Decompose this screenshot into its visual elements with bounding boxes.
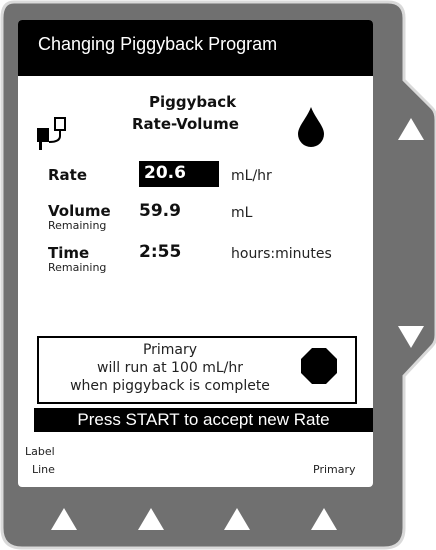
softkey-label-top: Label: [25, 445, 55, 458]
softkey-4-up-arrow[interactable]: [311, 508, 337, 530]
rate-input[interactable]: 20.6: [139, 161, 219, 187]
softkey-1-up-arrow[interactable]: [51, 508, 77, 530]
volume-unit: mL: [231, 205, 253, 221]
mode-line-1: Piggyback: [149, 93, 237, 111]
rate-unit: mL/hr: [231, 168, 272, 184]
up-arrow-key[interactable]: [398, 118, 424, 140]
notice-line-2: will run at 100 mL/hr: [97, 360, 243, 376]
softkey-label-primary: Primary: [313, 463, 356, 476]
rate-value: 20.6: [144, 163, 186, 183]
mode-line-2: Rate-Volume: [132, 115, 239, 133]
volume-value: 59.9: [139, 201, 181, 221]
rate-label: Rate: [48, 166, 88, 184]
page-title: Changing Piggyback Program: [38, 34, 278, 54]
display-screen: Changing Piggyback Program Piggyback Rat…: [18, 20, 373, 487]
time-value: 2:55: [139, 242, 182, 262]
time-sublabel: Remaining: [48, 261, 107, 274]
time-unit: hours:minutes: [231, 246, 332, 262]
time-label: Time: [48, 244, 90, 262]
primary-notice: Primary will run at 100 mL/hr when piggy…: [37, 336, 357, 404]
softkey-2-up-arrow[interactable]: [138, 508, 164, 530]
down-arrow-key[interactable]: [398, 326, 424, 348]
stop-octagon-icon: [301, 348, 337, 384]
softkey-3-up-arrow[interactable]: [224, 508, 250, 530]
volume-sublabel: Remaining: [48, 219, 107, 232]
drop-icon: [298, 107, 324, 147]
accept-prompt: Press START to accept new Rate: [34, 408, 373, 432]
softkey-label-line: Line: [32, 463, 55, 476]
notice-line-3: when piggyback is complete: [70, 378, 270, 394]
title-bar: Changing Piggyback Program: [18, 20, 373, 76]
notice-line-1: Primary: [142, 342, 198, 358]
iv-bag-icon: [37, 117, 66, 150]
volume-label: Volume: [48, 202, 111, 220]
